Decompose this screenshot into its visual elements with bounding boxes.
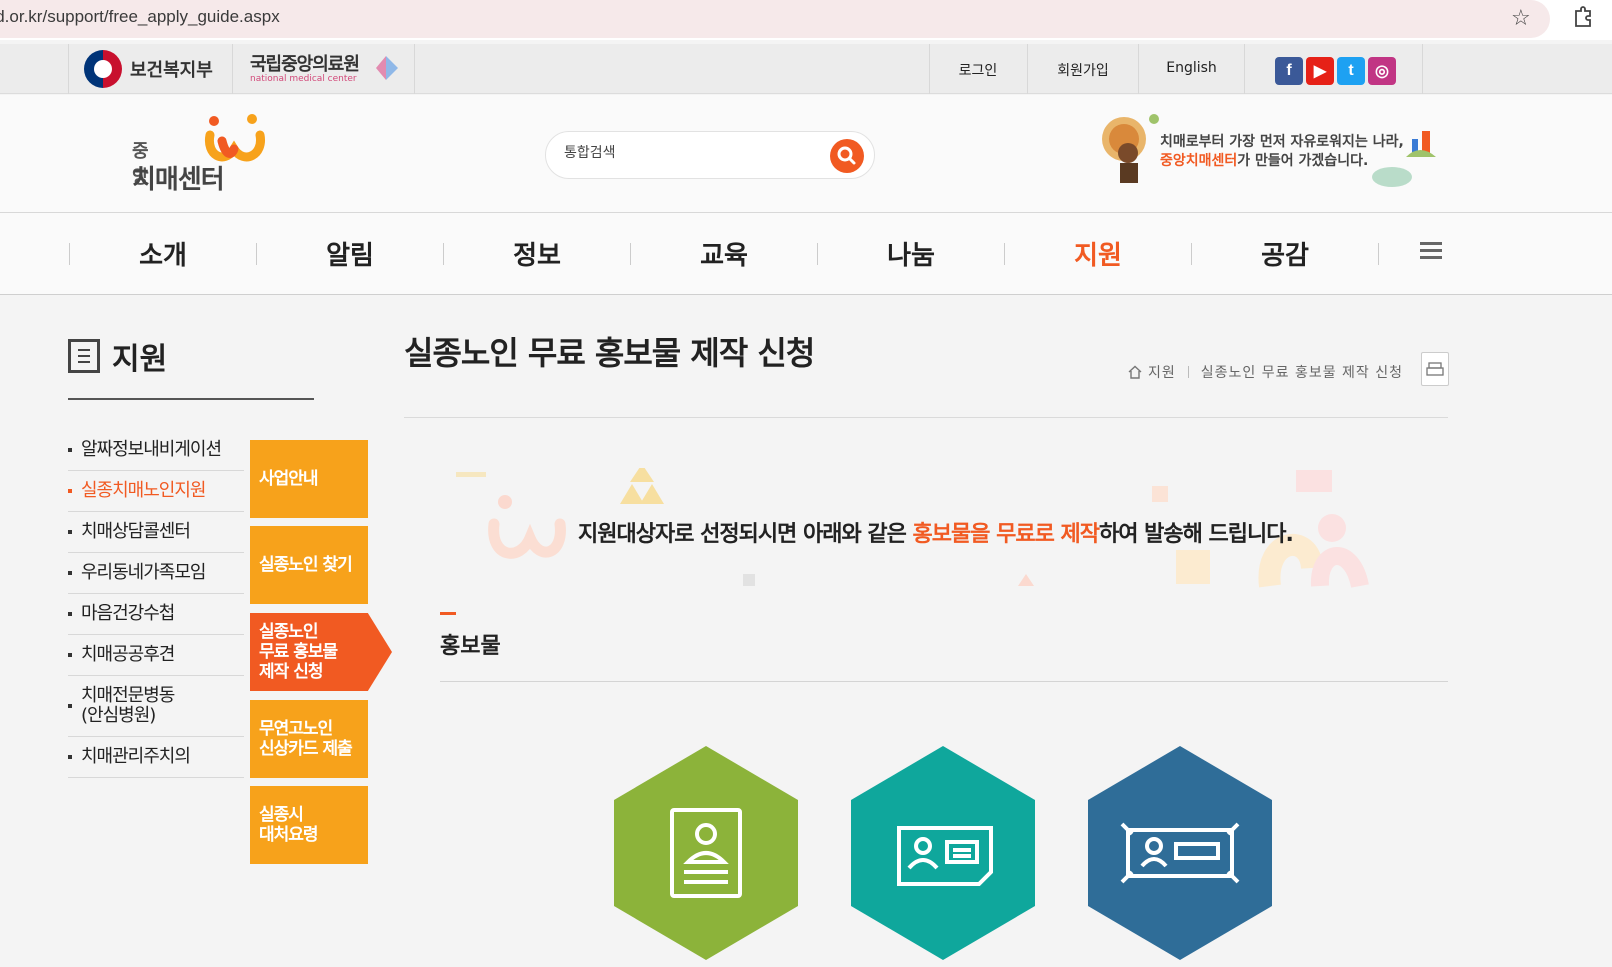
mohw-name: 보건복지부 [130, 60, 213, 81]
lnb-item-mind-health[interactable]: 마음건강수첩 [68, 594, 244, 635]
sub-item-guide[interactable]: 사업안내 [250, 440, 368, 518]
lnb-item-label: 실종치매노인지원 [81, 480, 206, 501]
lnb-item-primary-doctor[interactable]: 치매관리주치의 [68, 737, 244, 778]
intro-text-part: 하여 발송해 드립니다. [1098, 522, 1294, 547]
slogan-highlight: 중앙치매센터 [1160, 153, 1238, 169]
lnb-item-label: 치매상담콜센터 [81, 521, 191, 542]
login-link[interactable]: 로그인 [930, 60, 1026, 80]
lnb-item-navigation[interactable]: 알짜정보내비게이션 [68, 430, 244, 471]
nav-item-education[interactable]: 교육 [631, 235, 817, 272]
nmc-logo-link[interactable]: 국립중앙의료원 national medical center [250, 50, 398, 84]
youtube-icon[interactable]: ▶ [1306, 57, 1334, 85]
search-box [545, 131, 875, 179]
nav-item-info[interactable]: 정보 [444, 235, 630, 272]
slogan-line-1: 치매로부터 가장 먼저 자유로워지는 나라, [1160, 134, 1404, 150]
lnb-item-call-center[interactable]: 치매상담콜센터 [68, 512, 244, 553]
search-input[interactable] [564, 145, 804, 161]
facebook-icon[interactable]: f [1275, 57, 1303, 85]
extensions-icon[interactable] [1572, 5, 1596, 31]
lnb-item-missing-elderly[interactable]: 실종치매노인지원 [68, 471, 244, 512]
nav-item-support[interactable]: 지원 [1005, 235, 1191, 272]
address-bar[interactable]: nid.or.kr/support/free_apply_guide.aspx [0, 0, 1550, 38]
lnb-item-label: 마음건강수첩 [81, 603, 175, 624]
title-divider [404, 417, 1448, 418]
lnb-item-guardianship[interactable]: 치매공공후견 [68, 635, 244, 676]
nmc-english-name: national medical center [250, 74, 357, 84]
home-icon[interactable] [1128, 365, 1142, 379]
divider [68, 44, 69, 94]
nmc-mark-icon [376, 56, 398, 80]
intro-text: 지원대상자로 선정되시면 아래와 같은 홍보물을 무료로 제작하여 발송해 드립… [578, 516, 1294, 548]
search-button[interactable] [830, 139, 864, 173]
logo-mark-icon [204, 114, 265, 162]
document-icon [68, 339, 100, 373]
url-text[interactable]: nid.or.kr/support/free_apply_guide.aspx [0, 7, 280, 27]
intro-text-part: 지원대상자로 선정되시면 아래와 같은 [578, 522, 913, 547]
sub-item-response[interactable]: 실종시 대처요령 [250, 786, 368, 864]
slogan-rest: 가 만들어 가겠습니다. [1237, 153, 1369, 169]
sns-links: f ▶ t ◎ [1275, 57, 1396, 85]
lnb-item-label: 치매전문병동 (안심병원) [81, 685, 175, 726]
signup-link[interactable]: 회원가입 [1028, 60, 1138, 80]
nav-item-empathy[interactable]: 공감 [1192, 235, 1378, 272]
lnb-divider [68, 398, 314, 400]
divider [414, 44, 415, 94]
lnb-item-family-meeting[interactable]: 우리동네가족모임 [68, 553, 244, 594]
nmc-name: 국립중앙의료원 [250, 54, 360, 75]
divider [1244, 44, 1245, 94]
lnb-menu: 알짜정보내비게이션 실종치매노인지원 치매상담콜센터 우리동네가족모임 마음건강… [68, 430, 244, 778]
browser-toolbar: nid.or.kr/support/free_apply_guide.aspx … [0, 0, 1612, 40]
site-header: 중앙 치매센터 치매로부터 가장 먼저 자유로워지는 나라, 중앙치매센터가 만… [0, 95, 1612, 213]
lnb-item-hospital[interactable]: 치매전문병동 (안심병원) [68, 676, 244, 737]
sub-item-free-promo[interactable]: 실종노인 무료 홍보물 제작 신청 [250, 613, 392, 691]
breadcrumb-item[interactable]: 지원 [1148, 362, 1176, 382]
mohw-emblem-icon [84, 50, 122, 88]
section-divider [440, 681, 1448, 682]
bookmark-star-icon[interactable]: ☆ [1511, 6, 1531, 31]
page-title: 실종노인 무료 홍보물 제작 신청 [404, 334, 815, 372]
breadcrumb-current: 실종노인 무료 홍보물 제작 신청 [1200, 365, 1404, 381]
lnb-item-label: 알짜정보내비게이션 [81, 439, 222, 460]
lnb-item-label: 치매공공후견 [81, 644, 175, 665]
lnb-item-label: 우리동네가족모임 [81, 562, 206, 583]
sub-item-find[interactable]: 실종노인 찾기 [250, 526, 368, 604]
nav-item-intro[interactable]: 소개 [70, 235, 256, 272]
section-accent [440, 612, 456, 615]
divider [232, 44, 233, 94]
english-link[interactable]: English [1139, 60, 1244, 76]
instagram-icon[interactable]: ◎ [1368, 57, 1396, 85]
lnb-title: 지원 [68, 334, 167, 378]
divider [1422, 44, 1423, 94]
lnb-item-label: 치매관리주치의 [81, 746, 191, 767]
section-title: 홍보물 [440, 634, 501, 659]
lnb-title-text: 지원 [112, 342, 168, 377]
print-icon [1426, 362, 1444, 376]
product-banner[interactable] [1086, 744, 1274, 962]
print-button[interactable] [1421, 352, 1449, 386]
hamburger-menu-icon[interactable] [1420, 242, 1442, 260]
breadcrumb: 지원 실종노인 무료 홍보물 제작 신청 [1128, 362, 1403, 382]
slogan-illustration [1102, 114, 1159, 183]
product-id-card[interactable] [612, 744, 800, 962]
nav-item-sharing[interactable]: 나눔 [818, 235, 1004, 272]
slogan: 치매로부터 가장 먼저 자유로워지는 나라, 중앙치매센터가 만들어 가겠습니다… [1160, 133, 1404, 171]
search-icon [837, 146, 856, 165]
nav-divider [1378, 243, 1379, 265]
main-navigation: 소개 알림 정보 교육 나눔 지원 공감 [0, 213, 1612, 295]
sub-item-card-submit[interactable]: 무연고노인 신상카드 제출 [250, 700, 368, 778]
slogan-decoration [1372, 131, 1436, 187]
product-name-card[interactable] [849, 744, 1037, 962]
mohw-logo-link[interactable]: 보건복지부 [84, 50, 213, 88]
utility-bar: 보건복지부 국립중앙의료원 national medical center 로그… [0, 44, 1612, 94]
slogan-line-2: 중앙치매센터가 만들어 가겠습니다. [1160, 152, 1404, 171]
breadcrumb-separator [1187, 366, 1189, 378]
intro-highlight: 홍보물을 무료로 제작 [912, 522, 1099, 547]
twitter-icon[interactable]: t [1337, 57, 1365, 85]
nav-item-notice[interactable]: 알림 [257, 235, 443, 272]
